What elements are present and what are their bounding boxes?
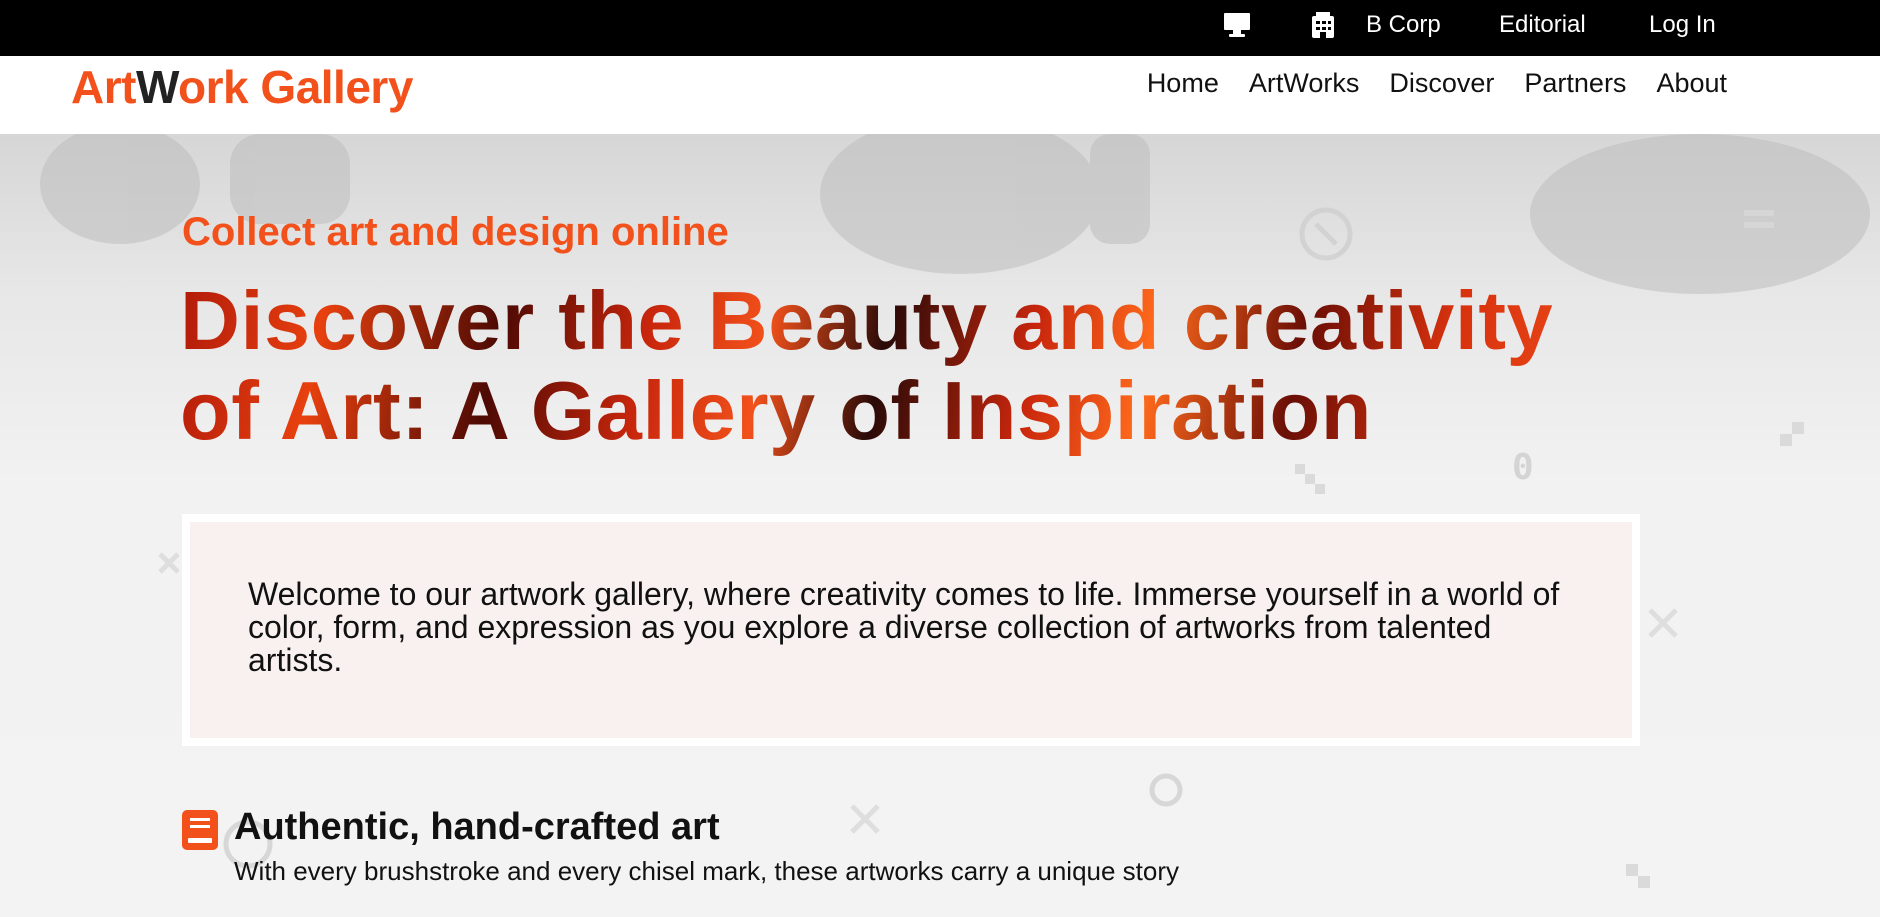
hero-headline: Discover the Beauty and creativity of Ar… [180, 276, 1640, 456]
nav-link-artworks[interactable]: ArtWorks [1249, 68, 1360, 99]
editorial-link[interactable]: Editorial [1499, 10, 1586, 40]
nav-link-partners[interactable]: Partners [1524, 68, 1626, 99]
site-logo[interactable]: ArtWork Gallery [71, 60, 413, 114]
login-link[interactable]: Log In [1649, 10, 1716, 40]
bcorp-link[interactable]: B Corp [1366, 10, 1441, 40]
nav-links: Home ArtWorks Discover Partners About [1147, 68, 1727, 99]
hero-eyebrow: Collect art and design online [182, 210, 729, 254]
nav-link-home[interactable]: Home [1147, 68, 1219, 99]
feature-description: With every brushstroke and every chisel … [234, 856, 1180, 886]
nav-link-discover[interactable]: Discover [1389, 68, 1494, 99]
book-icon [182, 810, 218, 850]
intro-text: Welcome to our artwork gallery, where cr… [190, 522, 1632, 738]
hero-section: 0 Collect art and design online Discover… [0, 134, 1880, 917]
intro-card: Welcome to our artwork gallery, where cr… [182, 514, 1640, 746]
building-icon[interactable] [1308, 10, 1338, 40]
logo-text-part2: W [135, 61, 179, 113]
desktop-icon[interactable] [1222, 10, 1252, 40]
logo-text-part1: Art [71, 61, 136, 113]
logo-text-part3: ork Gallery [178, 61, 413, 113]
nav-link-about[interactable]: About [1656, 68, 1727, 99]
main-navbar: ArtWork Gallery Home ArtWorks Discover P… [0, 56, 1880, 134]
top-utility-bar: B Corp Editorial Log In [0, 0, 1880, 56]
feature-title: Authentic, hand-crafted art [234, 806, 720, 848]
